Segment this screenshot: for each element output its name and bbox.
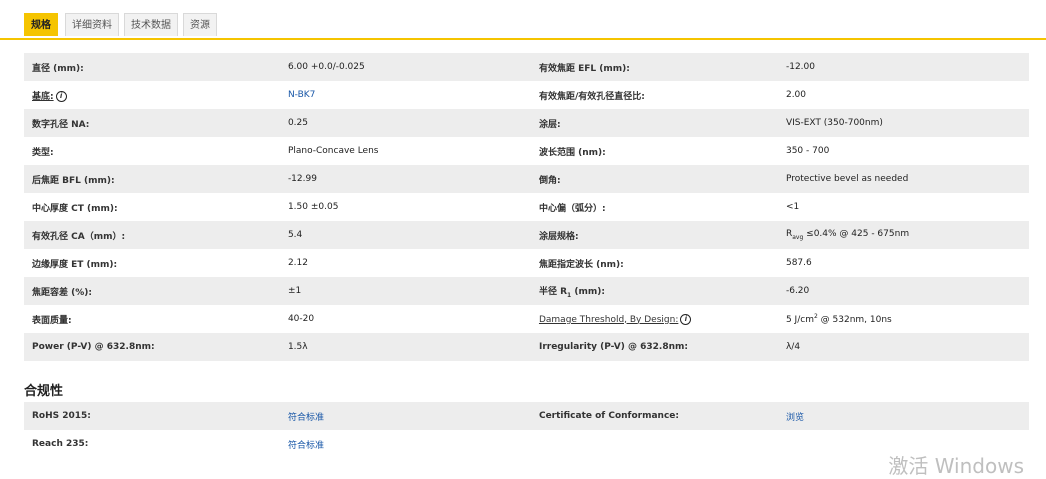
spec-label: 波长范围 (nm): (538, 147, 606, 158)
table-row: 基底: i N-BK7 有效焦距/有效孔径直径比: 2.00 (24, 81, 1029, 109)
spec-label: 基底: i (24, 89, 288, 102)
table-row: RoHS 2015: 符合标准 Certificate of Conforman… (24, 402, 1029, 430)
compliance-heading: 合规性 (24, 384, 64, 399)
spec-value: λ/4 (785, 342, 801, 352)
spec-value: ±1 (287, 286, 302, 296)
spec-label: 数字孔径 NA: (32, 119, 90, 130)
tab-bar: 规格 详细资料 技术数据 资源 (0, 0, 1046, 40)
table-row: 有效孔径 CA（mm）: 5.4 涂层规格: Ravg ≤0.4% @ 425 … (24, 221, 1029, 249)
r-subscript: avg (792, 233, 804, 241)
spec-value: -6.20 (785, 286, 810, 296)
spec-value: 5 J/cm2 @ 532nm, 10ns (786, 313, 1029, 325)
table-row: 类型: Plano-Concave Lens 波长范围 (nm): 350 - … (24, 137, 1029, 165)
spec-label: 焦距容差 (%): (32, 287, 92, 298)
spec-value: -12.99 (287, 174, 317, 184)
tab-specifications[interactable]: 规格 (24, 13, 58, 36)
spec-label: Damage Threshold, By Design: i (531, 313, 786, 325)
tab-resources[interactable]: 资源 (183, 13, 217, 36)
view-certificate-link[interactable]: 浏览 (786, 410, 1029, 423)
spec-value: Ravg ≤0.4% @ 425 - 675nm (786, 229, 1029, 241)
spec-value: 6.00 +0.0/-0.025 (287, 62, 365, 72)
table-row: 表面质量: 40-20 Damage Threshold, By Design:… (24, 305, 1029, 333)
compliance-label: Certificate of Conformance: (538, 411, 679, 421)
spec-value: 350 - 700 (785, 146, 830, 156)
compliance-link[interactable]: 符合标准 (288, 410, 531, 423)
compliance-link[interactable]: 符合标准 (288, 438, 531, 451)
tab-technical-data[interactable]: 技术数据 (124, 13, 178, 36)
spec-value: 2.00 (785, 90, 807, 100)
compliance-label: Reach 235: (32, 439, 89, 449)
damage-threshold-label: Damage Threshold, By Design: (538, 314, 679, 325)
spec-label: 有效孔径 CA（mm）: (32, 231, 126, 242)
coating-spec-value: ≤0.4% @ 425 - 675nm (806, 229, 910, 240)
table-row: 中心厚度 CT (mm): 1.50 ±0.05 中心偏（弧分）: <1 (24, 193, 1029, 221)
damage-value-prefix: 5 J/cm (785, 315, 814, 325)
radius-unit: (mm): (571, 286, 605, 297)
compliance-label: RoHS 2015: (32, 411, 91, 421)
spec-label: 半径 R1 (mm): (531, 284, 786, 299)
table-row: 数字孔径 NA: 0.25 涂层: VIS-EXT (350-700nm) (24, 109, 1029, 137)
info-icon[interactable]: i (55, 90, 67, 102)
spec-value: Protective bevel as needed (785, 174, 909, 184)
radius-label: 半径 R (538, 286, 568, 297)
spec-value: -12.00 (785, 62, 815, 72)
substrate-link[interactable]: N-BK7 (288, 90, 531, 100)
table-row: Power (P-V) @ 632.8nm: 1.5λ Irregularity… (24, 333, 1029, 361)
spec-label: 直径 (mm): (32, 63, 84, 74)
spec-value: VIS-EXT (350-700nm) (785, 118, 883, 128)
spec-value: 587.6 (785, 258, 812, 268)
spec-label: 后焦距 BFL (mm): (32, 175, 115, 186)
spec-label: 类型: (32, 147, 54, 158)
info-icon[interactable]: i (680, 313, 692, 325)
tab-details[interactable]: 详细资料 (65, 13, 119, 36)
table-row: 后焦距 BFL (mm): -12.99 倒角: Protective beve… (24, 165, 1029, 193)
spec-label: 有效焦距 EFL (mm): (538, 63, 630, 74)
table-row: 边缘厚度 ET (mm): 2.12 焦距指定波长 (nm): 587.6 (24, 249, 1029, 277)
specs-table: 直径 (mm): 6.00 +0.0/-0.025 有效焦距 EFL (mm):… (24, 53, 1029, 361)
spec-label: Irregularity (P-V) @ 632.8nm: (538, 342, 688, 352)
spec-value: Plano-Concave Lens (287, 146, 379, 156)
spec-label: Power (P-V) @ 632.8nm: (32, 342, 155, 352)
table-row: Reach 235: 符合标准 (24, 430, 1029, 458)
spec-value: 1.50 ±0.05 (287, 202, 339, 212)
spec-label: 涂层: (538, 119, 561, 130)
spec-label: 表面质量: (32, 315, 72, 326)
spec-label: 中心厚度 CT (mm): (32, 203, 118, 214)
spec-value: 5.4 (287, 230, 303, 240)
substrate-label: 基底: (32, 91, 54, 102)
spec-value: 1.5λ (287, 342, 308, 352)
spec-label: 有效焦距/有效孔径直径比: (538, 91, 645, 102)
spec-label: 中心偏（弧分）: (538, 203, 606, 214)
table-row: 直径 (mm): 6.00 +0.0/-0.025 有效焦距 EFL (mm):… (24, 53, 1029, 81)
spec-label: 焦距指定波长 (nm): (538, 259, 624, 270)
spec-label: 涂层规格: (538, 231, 579, 242)
spec-value: 2.12 (287, 258, 308, 268)
spec-label: 边缘厚度 ET (mm): (32, 259, 118, 270)
spec-value: <1 (785, 202, 800, 212)
spec-value: 0.25 (287, 118, 308, 128)
damage-value: @ 532nm, 10ns (817, 315, 892, 325)
spec-value: 40-20 (287, 314, 315, 324)
spec-label: 倒角: (538, 175, 561, 186)
compliance-table: RoHS 2015: 符合标准 Certificate of Conforman… (24, 402, 1029, 458)
table-row: 焦距容差 (%): ±1 半径 R1 (mm): -6.20 (24, 277, 1029, 305)
